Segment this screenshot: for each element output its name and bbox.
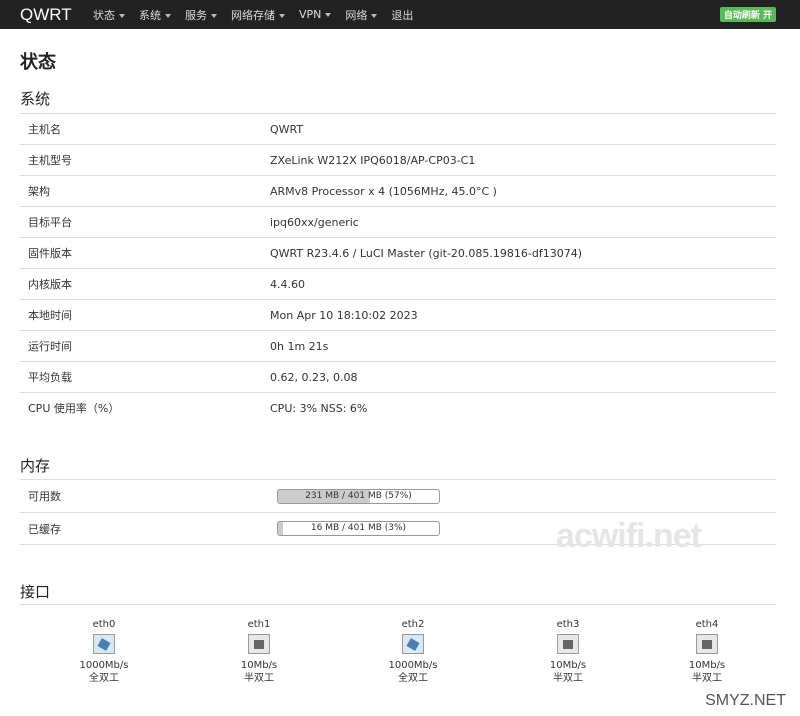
ethernet-port-icon (248, 634, 270, 654)
row-label: 可用数 (28, 490, 61, 503)
memory-free-bar: 231 MB / 401 MB (57%) (277, 488, 440, 504)
row-value: 0h 1m 21s (270, 339, 329, 353)
row-value: QWRT R23.4.6 / LuCI Master (git-20.085.1… (270, 246, 583, 260)
row-value: 4.4.60 (270, 277, 305, 291)
row-label: 主机名 (28, 123, 61, 136)
port-name: eth1 (247, 619, 271, 630)
interfaces-section-title: 接口 (20, 583, 51, 601)
port-speed: 10Mb/s (549, 660, 587, 671)
port-duplex: 全双工 (398, 673, 428, 684)
system-section-title: 系统 (20, 90, 51, 108)
table-row: 固件版本 QWRT R23.4.6 / LuCI Master (git-20.0… (20, 237, 776, 268)
watermark-acwifi: acwifi.net (556, 517, 702, 555)
row-label: 平均负载 (28, 371, 72, 384)
port-duplex: 半双工 (244, 673, 274, 684)
ethernet-port-icon (696, 634, 718, 654)
chevron-down-icon (371, 13, 378, 18)
row-label: CPU 使用率（%） (28, 402, 120, 415)
watermark-smyz: SMYZ.NET (703, 692, 788, 710)
port-eth3: eth3 10Mb/s 半双工 (523, 619, 613, 685)
chevron-down-icon (165, 13, 171, 18)
port-eth2: eth2 1000Mb/s 全双工 (368, 619, 458, 685)
page-title: 状态 (20, 52, 56, 73)
table-row: 运行时间 0h 1m 21s (20, 330, 776, 361)
ethernet-port-icon (402, 634, 424, 654)
main-menu: 状态 系统 服务 网络存储 VPN 网络 退出 (93, 7, 427, 23)
table-row: 主机名 QWRT (20, 113, 776, 144)
menu-network[interactable]: 网络 (345, 7, 378, 23)
chevron-down-icon (211, 13, 217, 18)
system-table: 主机名 QWRT 主机型号 ZXeLink W212X IPQ6018/AP-CP0… (20, 113, 776, 423)
memory-cached-bar: 16 MB / 401 MB (3%) (277, 521, 440, 536)
menu-status[interactable]: 状态 (93, 7, 125, 23)
table-row: 可用数 231 MB / 401 MB (57%) (20, 479, 776, 512)
menu-nas[interactable]: 网络存储 (231, 7, 285, 23)
port-name: eth2 (401, 619, 425, 630)
ethernet-port-icon (557, 634, 579, 654)
row-value: QWRT (270, 122, 304, 136)
port-speed: 10Mb/s (240, 660, 278, 671)
row-value: ZXeLink W212X IPQ6018/AP-CP03-C1 (270, 153, 476, 167)
row-label: 固件版本 (28, 247, 72, 260)
row-value: ARMv8 Processor x 4 (1056MHz, 45.0°C ) (270, 184, 497, 198)
row-value: Mon Apr 10 18:10:02 2023 (270, 308, 418, 322)
interfaces-panel: eth0 1000Mb/s 全双工 eth1 10Mb/s 半双工 eth2 1000Mb… (20, 604, 776, 716)
row-label: 目标平台 (28, 216, 72, 229)
progress-text: 16 MB / 401 MB (3%) (310, 523, 407, 533)
table-row: 内核版本 4.4.60 (20, 268, 776, 299)
table-row: CPU 使用率（%） CPU: 3% NSS: 6% (20, 392, 776, 423)
port-name: eth0 (92, 619, 116, 630)
row-value: CPU: 3% NSS: 6% (270, 401, 368, 415)
menu-system[interactable]: 系统 (139, 7, 171, 23)
autorefresh-toggle[interactable]: 自动刷新 开 (719, 7, 776, 22)
row-value: ipq60xx/generic (270, 215, 359, 229)
port-speed: 1000Mb/s (388, 660, 438, 671)
row-value: 0.62, 0.23, 0.08 (270, 370, 358, 384)
table-row: 本地时间 Mon Apr 10 18:10:02 2023 (20, 299, 776, 330)
table-row: 架构 ARMv8 Processor x 4 (1056MHz, 45.0°C ) (20, 175, 776, 206)
progress-text: 231 MB / 401 MB (57%) (305, 490, 412, 501)
brand-logo[interactable]: QWRT (20, 5, 93, 25)
top-navbar: QWRT 状态 系统 服务 网络存储 VPN 网络 退出 自动刷新 开 (0, 0, 800, 29)
menu-logout[interactable]: 退出 (391, 7, 413, 23)
port-duplex: 半双工 (553, 673, 583, 684)
table-row: 目标平台 ipq60xx/generic (20, 206, 776, 237)
row-label: 本地时间 (28, 309, 72, 322)
chevron-down-icon (325, 13, 332, 17)
memory-section-title: 内存 (20, 457, 51, 475)
port-duplex: 半双工 (692, 673, 722, 684)
row-label: 主机型号 (28, 154, 72, 167)
table-row: 平均负载 0.62, 0.23, 0.08 (20, 361, 776, 392)
menu-services[interactable]: 服务 (185, 7, 217, 23)
port-name: eth3 (556, 619, 580, 630)
menu-vpn[interactable]: VPN (299, 8, 332, 21)
port-eth1: eth1 10Mb/s 半双工 (214, 619, 304, 685)
port-eth4: eth4 10Mb/s 半双工 (662, 619, 752, 685)
row-label: 运行时间 (28, 340, 72, 353)
row-label: 已缓存 (28, 522, 61, 536)
row-label: 架构 (28, 185, 50, 198)
chevron-down-icon (279, 13, 285, 18)
port-duplex: 全双工 (89, 673, 119, 684)
ethernet-port-icon (93, 634, 115, 654)
table-row: 主机型号 ZXeLink W212X IPQ6018/AP-CP03-C1 (20, 144, 776, 175)
port-speed: 10Mb/s (688, 660, 726, 671)
port-speed: 1000Mb/s (79, 660, 129, 671)
row-label: 内核版本 (28, 278, 72, 291)
chevron-down-icon (119, 13, 125, 18)
port-eth0: eth0 1000Mb/s 全双工 (59, 619, 149, 685)
port-name: eth4 (695, 619, 719, 630)
